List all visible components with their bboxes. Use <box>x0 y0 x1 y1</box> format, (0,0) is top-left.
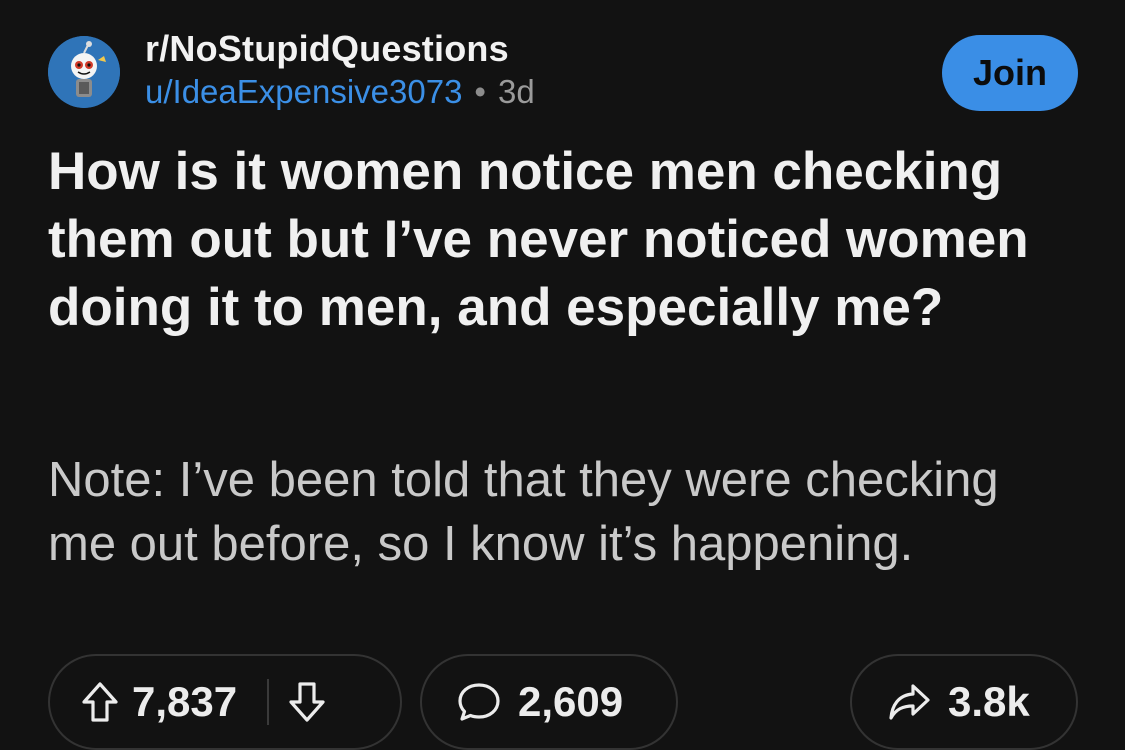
comment-button[interactable]: 2,609 <box>420 654 678 750</box>
post-meta: r/NoStupidQuestions u/IdeaExpensive3073 •… <box>145 28 535 114</box>
vote-divider <box>267 679 270 725</box>
share-button[interactable]: 3.8k <box>850 654 1078 750</box>
comment-count: 2,609 <box>518 678 624 725</box>
join-button[interactable]: Join <box>942 35 1078 111</box>
share-icon <box>886 680 932 724</box>
post-title: How is it women notice men checking them… <box>48 142 1029 337</box>
downvote-icon[interactable] <box>287 680 327 724</box>
byline-separator: • <box>474 73 486 110</box>
comment-icon <box>456 680 502 724</box>
post-age: 3d <box>497 73 535 110</box>
upvote-count: 7,837 <box>132 678 238 725</box>
subreddit-name[interactable]: r/NoStupidQuestions <box>145 28 535 70</box>
author-username[interactable]: u/IdeaExpensive3073 <box>145 73 462 110</box>
subreddit-avatar[interactable] <box>48 36 120 108</box>
upvote-icon[interactable] <box>80 680 120 724</box>
vote-pill: 7,837 <box>48 654 402 750</box>
post-body: Note: I’ve been told that they were chec… <box>48 453 999 571</box>
post-byline: u/IdeaExpensive3073 • 3d <box>145 70 535 114</box>
share-count: 3.8k <box>948 678 1030 725</box>
post-header: r/NoStupidQuestions u/IdeaExpensive3073 •… <box>48 28 1078 118</box>
